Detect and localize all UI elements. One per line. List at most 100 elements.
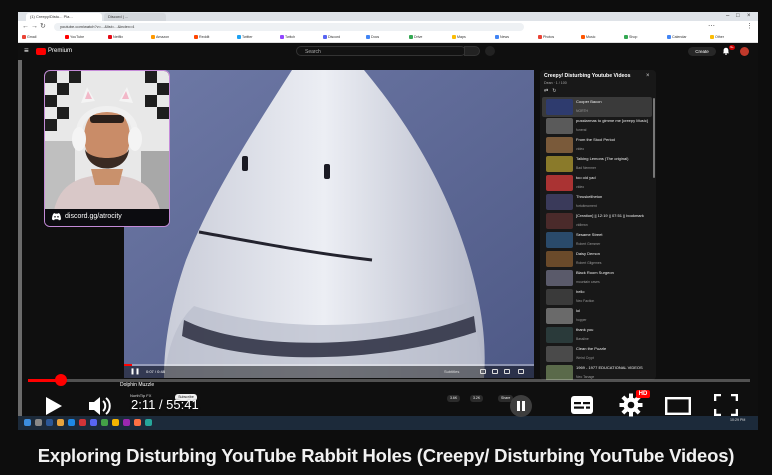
minimize-icon[interactable]: –: [726, 12, 729, 21]
taskbar-app-icon[interactable]: [24, 419, 31, 426]
reload-icon[interactable]: ↻: [40, 23, 46, 31]
playlist-thumbnail[interactable]: [546, 232, 573, 248]
browser-tab[interactable]: (1) Creepy/Distu... Pla...: [26, 13, 102, 21]
youtube-logo-icon[interactable]: [36, 48, 46, 55]
bookmark-item[interactable]: Docs: [366, 34, 379, 41]
inner-theater-icon[interactable]: [504, 369, 510, 374]
playlist-thumbnail[interactable]: [546, 156, 573, 172]
menu-icon[interactable]: ⋮: [746, 23, 753, 31]
inner-miniplayer-icon[interactable]: [492, 369, 498, 374]
playlist-item[interactable]: Talking Lemons (The original) Bad Nemmer: [542, 154, 652, 174]
progress-scrubber[interactable]: [54, 374, 67, 386]
playlist-thumbnail[interactable]: [546, 137, 573, 153]
inner-play-icon[interactable]: ❚❚: [130, 368, 140, 376]
play-icon[interactable]: [44, 396, 64, 416]
playlist-item[interactable]: Clean the Puzzle Weird Crypt: [542, 344, 652, 364]
browser-tab[interactable]: Discord | ...: [104, 13, 166, 21]
inner-settings-icon[interactable]: [480, 369, 486, 374]
playlist-thumbnail[interactable]: [546, 99, 573, 115]
search-button[interactable]: [464, 46, 480, 56]
playlist-thumbnail[interactable]: [546, 118, 573, 134]
pause-overlay-icon[interactable]: [510, 395, 532, 417]
bookmark-item[interactable]: Amazon: [151, 34, 169, 41]
taskbar-app-icon[interactable]: [68, 419, 75, 426]
bookmark-item[interactable]: Twitter: [237, 34, 253, 41]
back-icon[interactable]: ←: [22, 23, 29, 31]
taskbar-app-icon[interactable]: [57, 419, 64, 426]
playlist-scrollbar[interactable]: [653, 98, 655, 178]
bookmark-item[interactable]: Twitch: [280, 34, 295, 41]
playlist-title[interactable]: Creepy/ Disturbing Youtube Videos: [544, 73, 644, 80]
playlist-thumbnail[interactable]: [546, 289, 573, 305]
volume-icon[interactable]: [88, 395, 112, 417]
bookmark-item[interactable]: Music: [581, 34, 595, 41]
bookmark-item[interactable]: Netflix: [108, 34, 123, 41]
inner-subtitles-label[interactable]: Subtitles: [444, 368, 459, 376]
playlist-item[interactable]: Cooper Bacon NORTH: [542, 97, 652, 117]
close-icon[interactable]: ×: [747, 12, 751, 21]
bookmark-item[interactable]: Maps: [452, 34, 466, 41]
playlist-thumbnail[interactable]: [546, 327, 573, 343]
playlist-item[interactable]: [Creation] || 12:19 || 07:51 || bookmark…: [542, 211, 652, 231]
taskbar-app-icon[interactable]: [145, 419, 152, 426]
taskbar-app-icon[interactable]: [123, 419, 130, 426]
taskbar-app-icon[interactable]: [112, 419, 119, 426]
search-input[interactable]: Search: [296, 46, 466, 56]
playlist-item[interactable]: hello Neo Faction: [542, 287, 652, 307]
like-button[interactable]: 3.6K: [447, 395, 461, 402]
playlist-thumbnail[interactable]: [546, 308, 573, 324]
playlist-thumbnail[interactable]: [546, 346, 573, 362]
playlist-thumbnail[interactable]: [546, 194, 573, 210]
bookmark-item[interactable]: Photos: [538, 34, 554, 41]
progress-bar[interactable]: [28, 379, 750, 382]
bookmark-item[interactable]: Reddit: [194, 34, 209, 41]
bookmark-item[interactable]: News: [495, 34, 509, 41]
playlist-item[interactable]: pusstarmas to gimme me [creepy Music] fun…: [542, 116, 652, 136]
taskbar-app-icon[interactable]: [35, 419, 42, 426]
avatar[interactable]: [740, 47, 749, 56]
playlist-thumbnail[interactable]: [546, 270, 573, 286]
dislike-button[interactable]: 3.2K: [470, 395, 484, 402]
bookmark-item[interactable]: Gmail: [22, 34, 36, 41]
youtube-logo-text[interactable]: Premium: [48, 47, 72, 56]
playlist-thumbnail[interactable]: [546, 213, 573, 229]
playlist-item[interactable]: Black Room Surgeon mountain caves: [542, 268, 652, 288]
playlist-item[interactable]: thank you Bassline: [542, 325, 652, 345]
bookmark-item[interactable]: Drive: [409, 34, 422, 41]
playlist-item[interactable]: lol hopper: [542, 306, 652, 326]
playlist-item[interactable]: Daisy Demon Robert Gilgemes: [542, 249, 652, 269]
bookmark-item[interactable]: Discord: [323, 34, 340, 41]
bookmark-item[interactable]: Shop: [624, 34, 637, 41]
taskbar-app-icon[interactable]: [134, 419, 141, 426]
playlist-tools[interactable]: ⇄↻: [544, 88, 560, 94]
microphone-icon[interactable]: [485, 46, 495, 56]
maximize-icon[interactable]: □: [736, 12, 740, 21]
extensions-icon[interactable]: ⋯: [708, 23, 715, 31]
forward-icon[interactable]: →: [31, 23, 38, 31]
taskbar-app-icon[interactable]: [101, 419, 108, 426]
taskbar-app-icon[interactable]: [46, 419, 53, 426]
close-icon[interactable]: ×: [646, 73, 650, 80]
url-input[interactable]: youtube.com/watch?v=...&list=...&index=4: [54, 23, 524, 31]
captions-icon[interactable]: [571, 396, 593, 414]
playlist-thumbnail[interactable]: [546, 175, 573, 191]
main-video-player[interactable]: ❚❚ 0:07 / 0:48 Subtitles: [124, 70, 534, 378]
playlist-thumbnail[interactable]: [546, 251, 573, 267]
taskbar-app-icon[interactable]: [90, 419, 97, 426]
hamburger-menu-icon[interactable]: ≡: [24, 47, 29, 55]
taskbar-app-icon[interactable]: [79, 419, 86, 426]
discord-link[interactable]: discord.gg/atrocity: [65, 212, 122, 222]
theater-mode-icon[interactable]: [665, 397, 691, 415]
bookmark-item[interactable]: Other: [710, 34, 724, 41]
inner-fullscreen-icon[interactable]: [518, 369, 524, 374]
playlist-thumbnail[interactable]: [546, 365, 573, 380]
playlist-item[interactable]: Thruskeliheton fortuitmoment: [542, 192, 652, 212]
playlist-item[interactable]: From the Stool Period video: [542, 135, 652, 155]
create-button[interactable]: Create: [688, 47, 716, 56]
playlist-item[interactable]: Sesame Street Robert Gemmer: [542, 230, 652, 250]
fullscreen-icon[interactable]: [714, 394, 738, 416]
playlist-item[interactable]: too oid yad video: [542, 173, 652, 193]
playlist-item[interactable]: 1969 - 1977 EDUCATIONAL VIDEOS Neo Tanage: [542, 363, 652, 380]
bookmark-item[interactable]: YouTube: [65, 34, 84, 41]
bookmark-item[interactable]: Calendar: [667, 34, 687, 41]
